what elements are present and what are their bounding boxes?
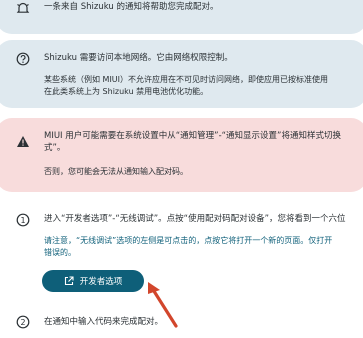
svg-text:2: 2 [20, 318, 25, 327]
miui-warning-title-line2: 式”。 [44, 143, 66, 153]
help-circle-icon [16, 51, 30, 70]
warning-icon [16, 133, 30, 152]
developer-options-button[interactable]: 开发者选项 [42, 270, 144, 292]
step-1-text: 进入“开发者选项”-“无线调试”。点按“使用配对码配对设备”，您将看到一个六位 [44, 214, 346, 224]
bell-icon [16, 0, 30, 19]
network-permission-title: Shizuku 需要访问本地网络。它由网络权限控制。 [44, 53, 233, 63]
network-permission-body-line1: 某些系统（例如 MIUI）不允许应用在不可见时访问网络，即使应用已按标准使用 [44, 75, 329, 84]
miui-warning-body: 否则，您可能会无法从通知输入配对码。 [44, 167, 188, 176]
developer-options-button-label: 开发者选项 [79, 277, 123, 287]
step-1-note-line2: 错误的。 [44, 248, 76, 257]
open-external-icon [64, 276, 74, 286]
step-2-text: 在通知中输入代码来完成配对。 [44, 317, 164, 327]
miui-warning-title-line1: MIUI 用户可能需要在系统设置中从“通知管理”-“通知显示设置”将通知样式切换 [44, 131, 341, 141]
notification-hint-text: 一条来自 Shizuku 的通知将帮助您完成配对。 [44, 2, 219, 12]
step-2-number-icon: 2 [16, 314, 30, 333]
step-1-number-icon: 1 [16, 212, 30, 231]
step-1-note-line1: 请注意，“无线调试”选项的左侧是可点击的，点按它将打开一个新的页面。仅打开 [44, 236, 333, 245]
network-permission-body-line2: 在此类系统上为 Shizuku 禁用电池优化功能。 [44, 87, 209, 96]
svg-text:1: 1 [20, 216, 25, 225]
